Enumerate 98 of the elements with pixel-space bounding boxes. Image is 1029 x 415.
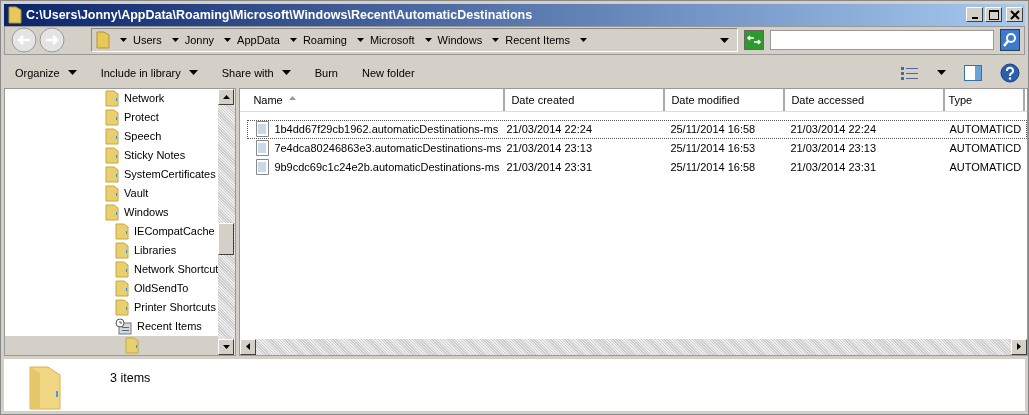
caret-icon[interactable] [580, 38, 587, 43]
folder-icon [125, 337, 139, 354]
preview-pane-icon[interactable] [964, 64, 982, 81]
breadcrumb[interactable]: Windows [437, 34, 483, 47]
toolbar-button[interactable]: Organize [9, 62, 83, 83]
tree-item[interactable]: SystemCertificates [5, 165, 219, 184]
folder-icon [115, 280, 129, 297]
toolbar-button[interactable]: Burn [308, 62, 344, 83]
refresh-icon[interactable] [744, 30, 764, 51]
close-button[interactable] [1006, 7, 1023, 23]
minimize-icon [971, 16, 978, 19]
table-cell: 25/11/2014 16:58 [670, 123, 756, 136]
file-icon [256, 140, 270, 157]
down-arrow-icon [222, 345, 230, 349]
tree-item[interactable]: Speech [5, 127, 219, 146]
up-arrow-icon [222, 95, 230, 99]
table-cell: 7e4dca80246863e3.automaticDestinations-ms [274, 142, 502, 155]
scrollbar[interactable] [218, 89, 236, 355]
scrollbar[interactable] [240, 339, 1028, 355]
recent-items-icon [115, 318, 132, 335]
caret-icon[interactable] [424, 38, 432, 43]
folder-icon [105, 204, 119, 221]
toolbar-button[interactable]: New folder [355, 62, 421, 83]
folder-icon [105, 109, 119, 126]
dropdown-icon[interactable] [720, 37, 729, 43]
tree-item[interactable]: Libraries [5, 241, 219, 260]
file-row[interactable]: 9b9cdc69c1c24e2b.automaticDestinations-ms 21/03/2014 23:31 25/11/2014 16:58 21/03/2014 23:31 AUTOMATICD [247, 158, 1028, 177]
tree-item[interactable]: Network [5, 89, 219, 108]
table-cell: AUTOMATICD [949, 161, 1022, 174]
scroll-thumb[interactable] [218, 223, 235, 255]
minimize-button[interactable] [966, 7, 983, 23]
folder-icon [96, 31, 110, 50]
caret-icon[interactable] [289, 38, 297, 43]
window-title: C:\Users\Jonny\AppData\Roaming\Microsoft\Windows\Recent\AutomaticDestinations [26, 7, 533, 22]
table-cell: 9b9cdc69c1c24e2b.automaticDestinations-ms [274, 161, 500, 174]
folder-icon [115, 261, 129, 278]
tree-item[interactable]: Recent Items [5, 317, 219, 336]
column-header[interactable]: Date modified [665, 89, 786, 111]
breadcrumb[interactable]: Recent Items [505, 34, 570, 47]
table-cell: 21/03/2014 23:31 [790, 161, 876, 174]
column-header[interactable]: Date accessed [785, 89, 946, 111]
back-forward-icon[interactable] [11, 27, 67, 54]
caret-icon[interactable] [120, 38, 127, 43]
toolbar-button[interactable]: Include in library [94, 62, 204, 83]
folder-icon [105, 128, 119, 145]
breadcrumb[interactable]: Roaming [302, 34, 347, 47]
table-cell: 25/11/2014 16:58 [670, 161, 756, 174]
folder-icon [8, 5, 22, 24]
folder-icon [105, 147, 119, 164]
maximize-button[interactable] [985, 7, 1002, 23]
view-options-icon[interactable] [901, 65, 919, 80]
right-arrow-icon [1017, 343, 1022, 351]
file-row[interactable]: 7e4dca80246863e3.automaticDestinations-ms 21/03/2014 23:13 25/11/2014 16:53 21/03/2014 23:13 AUTOMATICD [247, 139, 1028, 158]
breadcrumb[interactable]: Microsoft [369, 34, 415, 47]
table-cell: 1b4dd67f29cb1962.automaticDestinations-ms [274, 123, 499, 136]
table-cell: 21/03/2014 23:13 [506, 142, 592, 155]
table-cell: AUTOMATICD [949, 123, 1022, 136]
column-header[interactable]: Name [247, 89, 506, 111]
table-cell: 25/11/2014 16:53 [670, 142, 756, 155]
address-bar[interactable]: Users Jonny AppData Roaming Microsoft Windows Recent Items [91, 28, 738, 53]
tree-item[interactable]: Vault [5, 184, 219, 203]
tree-item[interactable]: Sticky Notes [5, 146, 219, 165]
file-row[interactable]: 1b4dd67f29cb1962.automaticDestinations-ms 21/03/2014 22:24 25/11/2014 16:58 21/03/2014 22:24 AUTOMATICD [247, 120, 1028, 139]
help-icon[interactable] [1000, 62, 1020, 83]
tree-item[interactable]: Windows [5, 203, 219, 222]
table-cell: 21/03/2014 23:13 [790, 142, 876, 155]
search-field[interactable] [770, 30, 994, 51]
caret-icon[interactable] [171, 38, 179, 43]
tree-item[interactable]: Printer Shortcuts [5, 298, 219, 317]
folder-icon [115, 223, 129, 240]
folder-icon [115, 299, 129, 316]
breadcrumb[interactable]: Jonny [184, 34, 215, 47]
caret-icon[interactable] [937, 70, 946, 76]
left-arrow-icon [246, 343, 251, 351]
folder-icon [115, 242, 129, 259]
file-icon [256, 121, 270, 138]
folder-icon [105, 166, 119, 183]
tree-item[interactable]: OldSendTo [5, 279, 219, 298]
tree-item[interactable]: Protect [5, 108, 219, 127]
column-header[interactable]: Type [945, 89, 1026, 111]
table-cell: AUTOMATICD [949, 142, 1022, 155]
column-header[interactable]: Date created [505, 89, 666, 111]
status-text: 3 items [110, 371, 151, 385]
folder-icon [105, 185, 119, 202]
caret-icon[interactable] [356, 38, 364, 43]
tree-item[interactable]: IECompatCache [5, 222, 219, 241]
tree-item[interactable]: Network Shortcut [5, 260, 219, 279]
toolbar-button[interactable]: Share with [215, 62, 297, 83]
search-icon[interactable] [1000, 29, 1020, 52]
caret-icon[interactable] [224, 38, 232, 43]
file-icon [256, 159, 270, 176]
table-cell: 21/03/2014 22:24 [790, 123, 876, 136]
table-cell: 21/03/2014 23:31 [506, 161, 592, 174]
breadcrumb[interactable]: Users [133, 34, 162, 47]
caret-icon[interactable] [492, 38, 500, 43]
breadcrumb[interactable]: AppData [237, 34, 280, 47]
folder-icon [105, 90, 119, 107]
table-cell: 21/03/2014 22:24 [506, 123, 592, 136]
